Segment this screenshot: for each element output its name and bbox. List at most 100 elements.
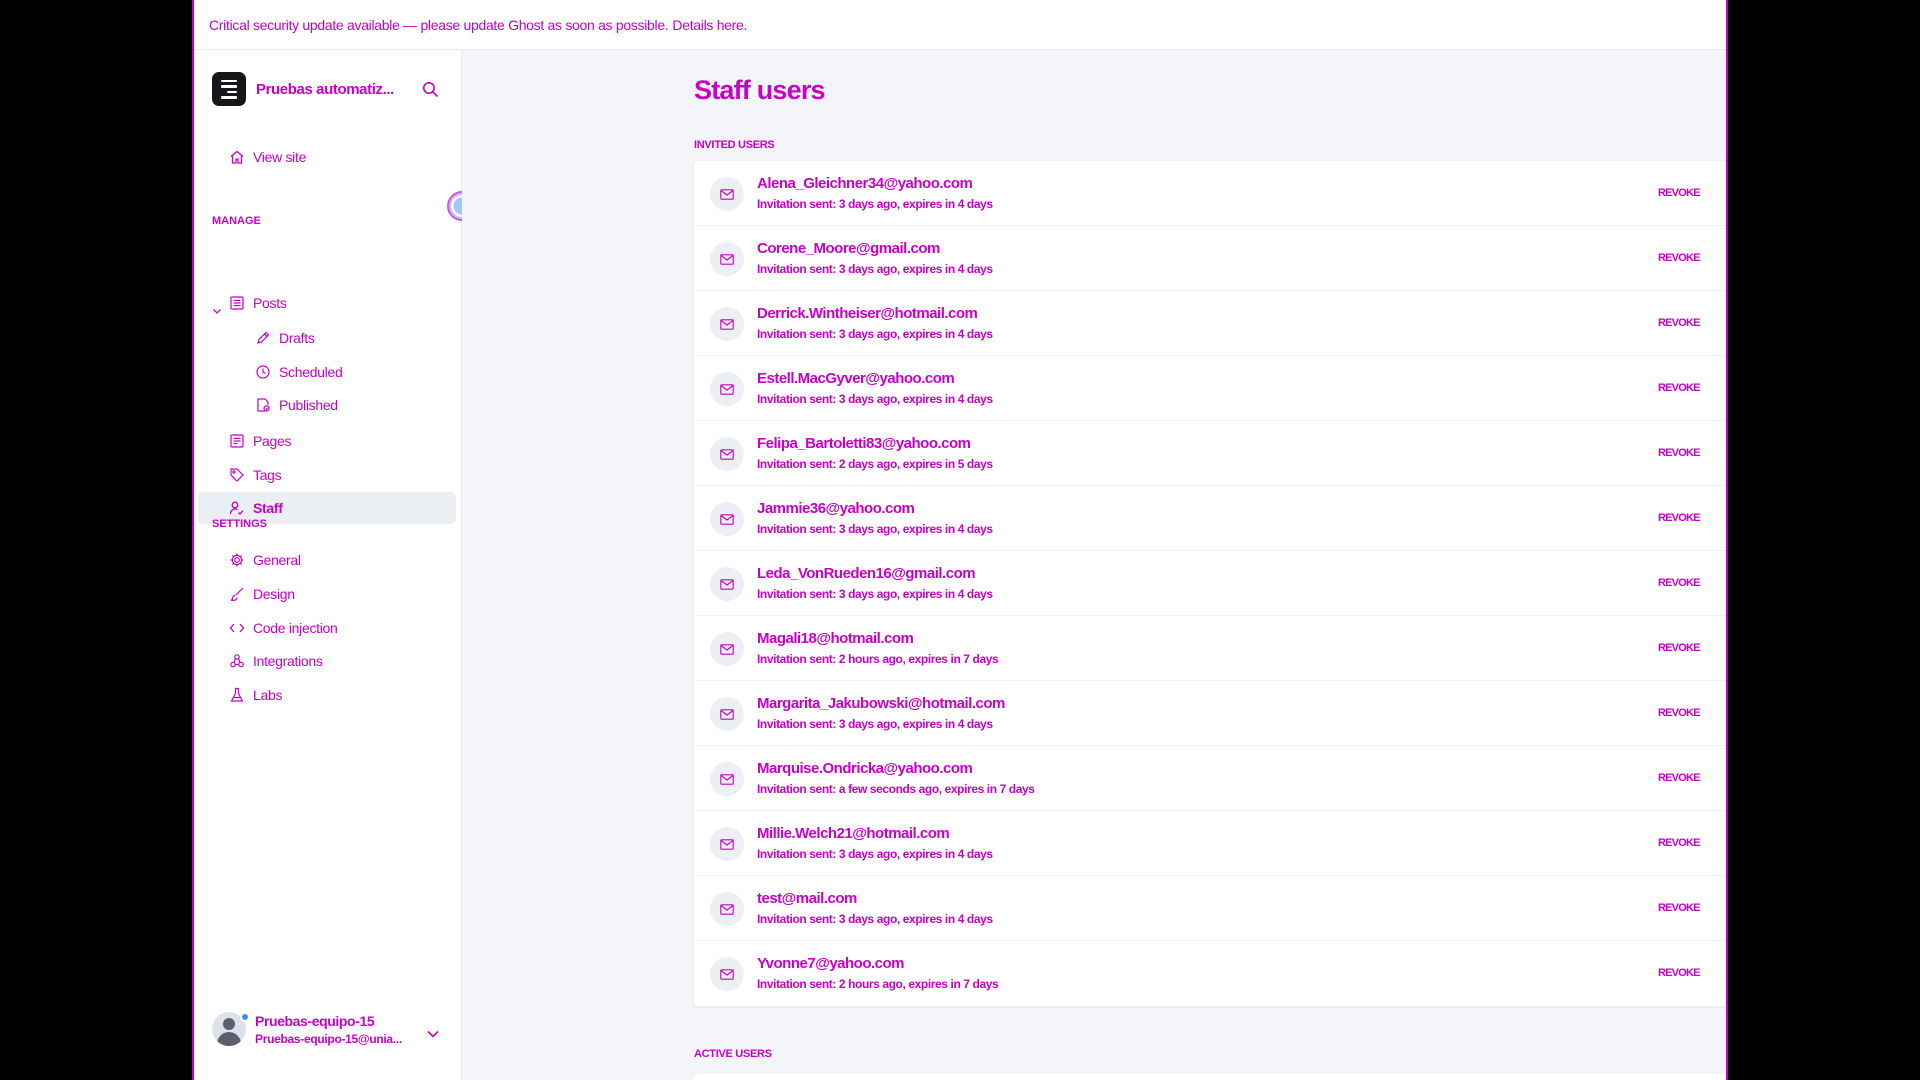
revoke-button[interactable]: REVOKE bbox=[1658, 317, 1700, 329]
envelope-icon bbox=[710, 177, 744, 211]
user-email: Pruebas-equipo-15@unia... bbox=[255, 1031, 402, 1046]
revoke-button[interactable]: REVOKE bbox=[1658, 447, 1700, 459]
code-icon bbox=[228, 619, 246, 637]
revoke-button[interactable]: REVOKE bbox=[1658, 902, 1700, 914]
envelope-icon bbox=[710, 567, 744, 601]
revoke-button[interactable]: REVOKE bbox=[1658, 187, 1700, 199]
revoke-button[interactable]: REVOKE bbox=[1658, 642, 1700, 654]
sidebar-item-label: Staff bbox=[253, 500, 283, 516]
sidebar-item-code-injection[interactable]: Code injection bbox=[198, 612, 456, 644]
revoke-button[interactable]: REVOKE bbox=[1658, 512, 1700, 524]
table-row: Jammie36@yahoo.com Invitation sent: 3 day… bbox=[694, 486, 1726, 551]
sidebar-item-scheduled[interactable]: Scheduled bbox=[198, 356, 456, 388]
invite-status: Invitation sent: 2 hours ago, expires in… bbox=[757, 977, 999, 991]
invite-email: Corene_Moore@gmail.com bbox=[757, 240, 940, 257]
invite-email: Jammie36@yahoo.com bbox=[757, 500, 915, 517]
invite-email: Magali18@hotmail.com bbox=[757, 630, 914, 647]
invite-email: Yvonne7@yahoo.com bbox=[757, 955, 905, 972]
banner-details-link[interactable]: Details here. bbox=[672, 17, 747, 33]
revoke-button[interactable]: REVOKE bbox=[1658, 967, 1700, 979]
invite-email: Margarita_Jakubowski@hotmail.com bbox=[757, 695, 1005, 712]
invite-email: Felipa_Bartoletti83@yahoo.com bbox=[757, 435, 971, 452]
sidebar-item-label: Labs bbox=[253, 687, 283, 703]
table-row: Millie.Welch21@hotmail.com Invitation sen… bbox=[694, 811, 1726, 876]
sidebar-item-integrations[interactable]: Integrations bbox=[198, 645, 456, 677]
active-users-label: ACTIVE USERS bbox=[694, 1048, 772, 1060]
revoke-button[interactable]: REVOKE bbox=[1658, 837, 1700, 849]
gear-icon bbox=[228, 551, 246, 569]
envelope-icon bbox=[710, 242, 744, 276]
sidebar-item-tags[interactable]: Tags bbox=[198, 459, 456, 491]
table-row: Yvonne7@yahoo.com Invitation sent: 2 hour… bbox=[694, 941, 1726, 1006]
sidebar-item-label: Tags bbox=[253, 467, 282, 483]
sidebar: Pruebas automatiz... View site MANAGE Po… bbox=[194, 50, 477, 1080]
invited-users-list: Alena_Gleichner34@yahoo.com Invitation se… bbox=[694, 161, 1726, 1006]
sidebar-item-label: Integrations bbox=[253, 653, 323, 669]
sidebar-item-label: Design bbox=[253, 586, 295, 602]
site-logo-icon bbox=[212, 72, 246, 106]
banner-text: Critical security update available — ple… bbox=[209, 16, 669, 33]
envelope-icon bbox=[710, 502, 744, 536]
sidebar-item-label: Code injection bbox=[253, 620, 338, 636]
active-users-list bbox=[694, 1074, 1726, 1080]
search-icon[interactable] bbox=[422, 81, 439, 103]
invite-email: Alena_Gleichner34@yahoo.com bbox=[757, 175, 973, 192]
table-row: Margarita_Jakubowski@hotmail.com Invitati… bbox=[694, 681, 1726, 746]
table-row: Alena_Gleichner34@yahoo.com Invitation se… bbox=[694, 161, 1726, 226]
sidebar-item-posts[interactable]: Posts bbox=[198, 287, 456, 319]
flask-icon bbox=[228, 686, 246, 704]
invite-status: Invitation sent: a few seconds ago, expi… bbox=[757, 782, 1035, 796]
clock-icon bbox=[254, 363, 272, 381]
envelope-icon bbox=[710, 632, 744, 666]
revoke-button[interactable]: REVOKE bbox=[1658, 577, 1700, 589]
invite-status: Invitation sent: 3 days ago, expires in … bbox=[757, 327, 993, 341]
envelope-icon bbox=[710, 892, 744, 926]
manage-section-title: MANAGE bbox=[212, 215, 261, 227]
sidebar-item-label: Scheduled bbox=[279, 364, 343, 380]
sidebar-item-label: Published bbox=[279, 397, 338, 413]
invite-status: Invitation sent: 3 days ago, expires in … bbox=[757, 717, 993, 731]
pencil-icon bbox=[254, 329, 272, 347]
sidebar-item-labs[interactable]: Labs bbox=[198, 679, 456, 711]
tag-icon bbox=[228, 466, 246, 484]
view-site-link[interactable]: View site bbox=[198, 141, 456, 173]
sidebar-item-design[interactable]: Design bbox=[198, 578, 456, 610]
brush-icon bbox=[228, 585, 246, 603]
site-title: Pruebas automatiz... bbox=[256, 80, 394, 98]
chevron-down-icon[interactable] bbox=[426, 1026, 440, 1044]
home-icon bbox=[228, 148, 246, 166]
envelope-icon bbox=[710, 697, 744, 731]
envelope-icon bbox=[710, 307, 744, 341]
view-site-label: View site bbox=[253, 149, 307, 165]
invite-status: Invitation sent: 2 hours ago, expires in… bbox=[757, 652, 999, 666]
app-window: Critical security update available — ple… bbox=[192, 0, 1728, 1080]
invite-status: Invitation sent: 3 days ago, expires in … bbox=[757, 262, 993, 276]
main-content: Staff users INVITED USERS Alena_Gleichne… bbox=[462, 50, 1726, 1080]
security-banner: Critical security update available — ple… bbox=[194, 0, 1726, 50]
invited-users-label: INVITED USERS bbox=[694, 139, 775, 151]
revoke-button[interactable]: REVOKE bbox=[1658, 252, 1700, 264]
invite-status: Invitation sent: 3 days ago, expires in … bbox=[757, 392, 993, 406]
invite-email: Derrick.Wintheiser@hotmail.com bbox=[757, 305, 978, 322]
site-brand[interactable]: Pruebas automatiz... bbox=[212, 72, 406, 106]
envelope-icon bbox=[710, 827, 744, 861]
posts-icon bbox=[228, 294, 246, 312]
revoke-button[interactable]: REVOKE bbox=[1658, 772, 1700, 784]
sidebar-item-label: Pages bbox=[253, 433, 292, 449]
invite-email: Leda_VonRueden16@gmail.com bbox=[757, 565, 976, 582]
page-title: Staff users bbox=[694, 75, 826, 105]
sidebar-item-label: Posts bbox=[253, 295, 287, 311]
sidebar-item-published[interactable]: Published bbox=[198, 389, 456, 421]
table-row: Felipa_Bartoletti83@yahoo.com Invitation … bbox=[694, 421, 1726, 486]
sidebar-item-drafts[interactable]: Drafts bbox=[198, 322, 456, 354]
notification-dot bbox=[240, 1012, 250, 1022]
revoke-button[interactable]: REVOKE bbox=[1658, 382, 1700, 394]
settings-section-title: SETTINGS bbox=[212, 518, 268, 530]
envelope-icon bbox=[710, 762, 744, 796]
invite-email: Millie.Welch21@hotmail.com bbox=[757, 825, 950, 842]
sidebar-item-pages[interactable]: Pages bbox=[198, 425, 456, 457]
invite-status: Invitation sent: 3 days ago, expires in … bbox=[757, 847, 993, 861]
revoke-button[interactable]: REVOKE bbox=[1658, 707, 1700, 719]
sidebar-item-general[interactable]: General bbox=[198, 544, 456, 576]
invite-status: Invitation sent: 3 days ago, expires in … bbox=[757, 912, 993, 926]
